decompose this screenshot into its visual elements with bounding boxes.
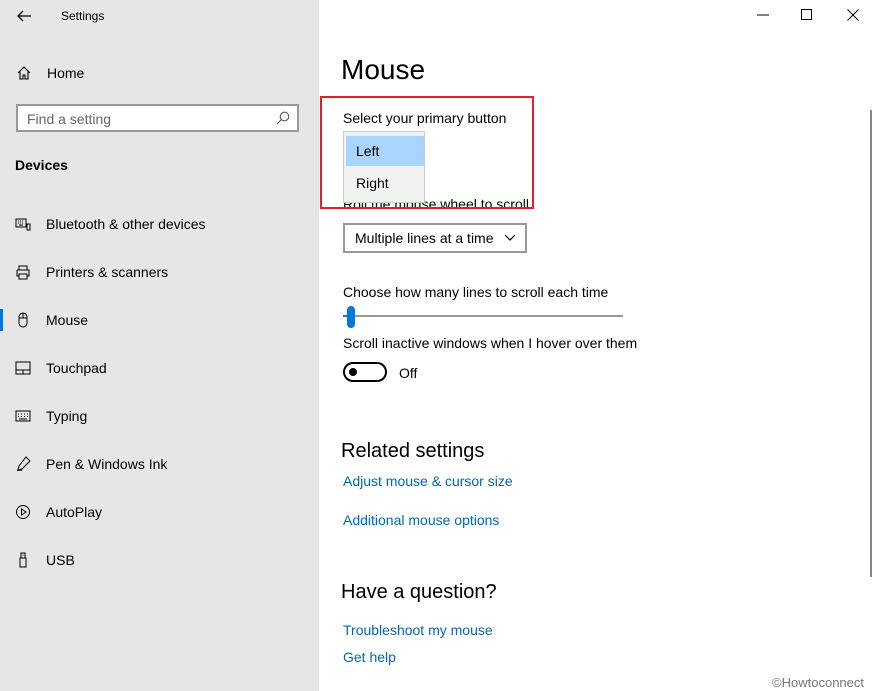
search-input[interactable]: Find a setting bbox=[16, 104, 299, 132]
touchpad-icon bbox=[15, 361, 31, 375]
select-value: Multiple lines at a time bbox=[355, 230, 494, 246]
sidebar-item-label: Typing bbox=[46, 408, 88, 424]
sidebar-item-label: Pen & Windows Ink bbox=[46, 456, 168, 472]
autoplay-icon bbox=[16, 505, 30, 519]
section-heading: Devices bbox=[15, 157, 68, 173]
sidebar-item-label: Bluetooth & other devices bbox=[46, 216, 206, 232]
printer-icon bbox=[16, 265, 30, 280]
link-additional-mouse-options[interactable]: Additional mouse options bbox=[343, 512, 499, 528]
sidebar: Settings Home Find a setting Devices Blu… bbox=[0, 0, 319, 691]
link-adjust-mouse-cursor-size[interactable]: Adjust mouse & cursor size bbox=[343, 473, 513, 489]
sidebar-item-autoplay[interactable]: AutoPlay bbox=[0, 498, 319, 526]
sidebar-item-typing[interactable]: Typing bbox=[0, 402, 319, 430]
maximize-icon[interactable] bbox=[800, 8, 814, 22]
toggle-knob bbox=[349, 368, 357, 376]
related-settings-heading: Related settings bbox=[341, 440, 485, 462]
home-label: Home bbox=[47, 65, 85, 81]
sidebar-item-label: AutoPlay bbox=[46, 504, 103, 520]
sidebar-item-pen[interactable]: Pen & Windows Ink bbox=[0, 450, 319, 478]
pen-icon bbox=[16, 456, 31, 472]
lines-slider-thumb[interactable] bbox=[347, 306, 356, 328]
sidebar-item-mouse[interactable]: Mouse bbox=[0, 306, 319, 334]
lines-to-scroll-label: Choose how many lines to scroll each tim… bbox=[343, 284, 609, 300]
home-icon bbox=[17, 66, 31, 80]
back-arrow-icon[interactable] bbox=[14, 6, 34, 26]
sidebar-item-label: Touchpad bbox=[46, 360, 107, 376]
bluetooth-keyboard-icon bbox=[15, 218, 31, 231]
mouse-icon bbox=[18, 312, 28, 328]
sidebar-item-label: USB bbox=[46, 552, 75, 568]
link-troubleshoot-mouse[interactable]: Troubleshoot my mouse bbox=[343, 622, 493, 638]
inactive-scroll-label: Scroll inactive windows when I hover ove… bbox=[343, 335, 638, 351]
scrollbar[interactable] bbox=[870, 110, 872, 577]
search-icon[interactable] bbox=[276, 111, 290, 125]
app-title: Settings bbox=[61, 9, 105, 23]
scroll-mode-select[interactable]: Multiple lines at a time bbox=[343, 223, 527, 253]
highlight-box bbox=[320, 96, 534, 209]
page-title: Mouse bbox=[341, 54, 426, 85]
sidebar-home[interactable]: Home bbox=[16, 63, 84, 83]
chevron-down-icon bbox=[504, 234, 516, 241]
toggle-state-label: Off bbox=[399, 365, 418, 381]
question-heading: Have a question? bbox=[341, 581, 497, 603]
lines-slider-track[interactable] bbox=[343, 315, 623, 317]
sidebar-item-bluetooth[interactable]: Bluetooth & other devices bbox=[0, 210, 319, 238]
close-icon[interactable] bbox=[846, 8, 860, 22]
sidebar-item-touchpad[interactable]: Touchpad bbox=[0, 354, 319, 382]
sidebar-item-usb[interactable]: USB bbox=[0, 546, 319, 574]
sidebar-item-label: Mouse bbox=[46, 312, 89, 328]
watermark: ©Howtoconnect bbox=[772, 675, 864, 690]
link-get-help[interactable]: Get help bbox=[343, 649, 396, 665]
search-placeholder: Find a setting bbox=[27, 111, 112, 127]
sidebar-item-label: Printers & scanners bbox=[46, 264, 169, 280]
usb-icon bbox=[19, 552, 27, 568]
sidebar-item-printers[interactable]: Printers & scanners bbox=[0, 258, 319, 286]
keyboard-icon bbox=[15, 410, 31, 422]
inactive-scroll-toggle[interactable] bbox=[343, 362, 387, 382]
minimize-icon[interactable] bbox=[756, 8, 770, 22]
